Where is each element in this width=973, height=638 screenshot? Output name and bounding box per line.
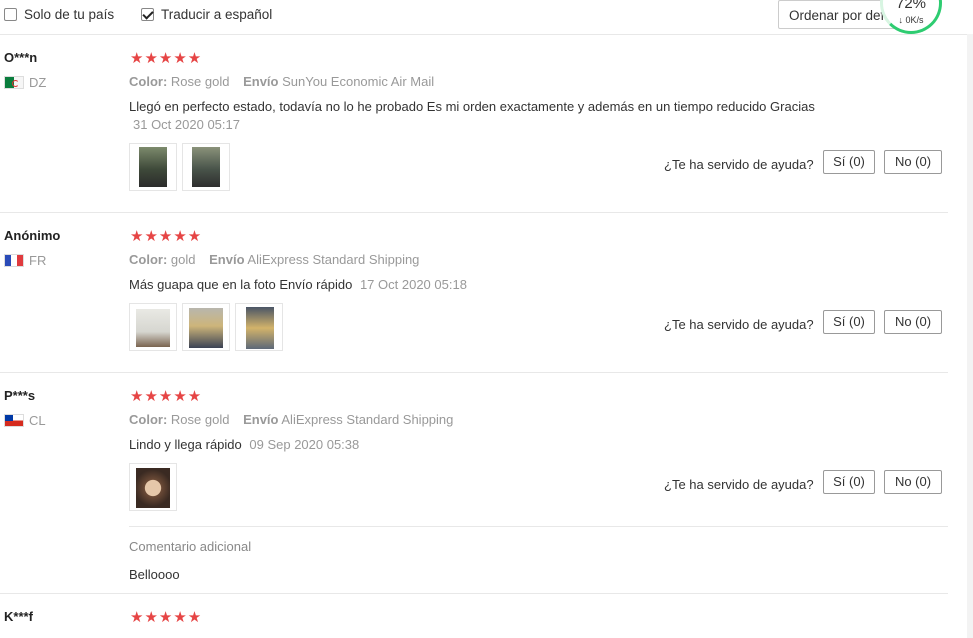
divider (0, 212, 948, 213)
translate-checkbox[interactable]: Traducir a español (141, 7, 272, 22)
helpful-question: ¿Te ha servido de ayuda? (664, 477, 814, 492)
shipping-label: Envío (209, 252, 245, 267)
review-photo[interactable] (129, 303, 177, 351)
reviewer-name: O***n (4, 50, 38, 65)
divider (0, 372, 948, 373)
helpful-yes-button[interactable]: Sí (0) (823, 150, 875, 174)
chile-flag-icon (4, 414, 24, 427)
review-date: 31 Oct 2020 05:17 (133, 117, 240, 132)
shipping-label: Envío (243, 74, 279, 89)
color-label: Color: (129, 252, 168, 267)
review-body: Lindo y llega rápido (129, 437, 242, 452)
scrollbar[interactable] (967, 34, 973, 638)
helpful-question: ¿Te ha servido de ayuda? (664, 317, 814, 332)
reviewer-name: Anónimo (4, 228, 61, 243)
reviewer-name: P***s (4, 388, 36, 403)
additional-comment-text: Belloooo (129, 567, 180, 582)
additional-comment-title: Comentario adicional (129, 539, 252, 554)
divider (0, 593, 948, 594)
review-photos (129, 143, 235, 191)
star-rating: ★★★★★ (130, 228, 203, 245)
helpful-yes-button[interactable]: Sí (0) (823, 310, 875, 334)
algeria-flag-icon (4, 76, 24, 89)
review-text: Llegó en perfecto estado, todavía no lo … (129, 99, 815, 114)
only-country-checkbox[interactable]: Solo de tu país (4, 7, 114, 22)
helpful-yes-button[interactable]: Sí (0) (823, 470, 875, 494)
helpful-question: ¿Te ha servido de ayuda? (664, 157, 814, 172)
review-photo[interactable] (235, 303, 283, 351)
star-rating: ★★★★★ (130, 50, 203, 67)
country-code: FR (29, 253, 47, 268)
color-value: Rose gold (170, 74, 230, 89)
star-rating: ★★★★★ (130, 609, 203, 626)
review-text: Más guapa que en la foto Envío rápido 17… (129, 277, 467, 292)
review-date: 09 Sep 2020 05:38 (249, 437, 360, 452)
helpful-no-button[interactable]: No (0) (884, 310, 942, 334)
country-code: DZ (29, 75, 47, 90)
review-photo[interactable] (129, 463, 177, 511)
helpful-no-button[interactable]: No (0) (884, 150, 942, 174)
review-meta: Color: gold Envío AliExpress Standard Sh… (129, 252, 419, 267)
review-text: Lindo y llega rápido 09 Sep 2020 05:38 (129, 437, 359, 452)
france-flag-icon (4, 254, 24, 267)
translate-label: Traducir a español (161, 7, 273, 22)
review-meta: Color: Rose gold Envío AliExpress Standa… (129, 412, 453, 427)
reviewer-country: FR (4, 253, 46, 268)
review-body: Más guapa que en la foto Envío rápido (129, 277, 353, 292)
review-photo[interactable] (182, 143, 230, 191)
divider (129, 526, 948, 527)
color-label: Color: (129, 74, 168, 89)
speed-rate: ↓ 0K/s (898, 15, 924, 25)
star-rating: ★★★★★ (130, 388, 203, 405)
shipping-label: Envío (243, 412, 279, 427)
review-date: 17 Oct 2020 05:18 (359, 277, 467, 292)
reviewer-country: DZ (4, 75, 46, 90)
review-photos (129, 303, 288, 351)
color-value: gold (170, 252, 196, 267)
shipping-value: AliExpress Standard Shipping (247, 252, 420, 267)
filter-toolbar: Solo de tu país Traducir a español Orden… (0, 0, 973, 35)
color-value: Rose gold (170, 412, 230, 427)
checkbox-checked[interactable] (141, 8, 154, 21)
shipping-value: AliExpress Standard Shipping (281, 412, 454, 427)
color-label: Color: (129, 412, 168, 427)
reviewer-country: CL (4, 413, 46, 428)
speed-percent: 72% (895, 0, 927, 12)
shipping-value: SunYou Economic Air Mail (282, 74, 435, 89)
country-code: CL (29, 413, 46, 428)
helpful-no-button[interactable]: No (0) (884, 470, 942, 494)
review-photos (129, 463, 182, 511)
reviewer-name: K***f (4, 609, 33, 624)
review-photo[interactable] (129, 143, 177, 191)
only-country-label: Solo de tu país (24, 7, 115, 22)
checkbox-unchecked[interactable] (4, 8, 17, 21)
review-photo[interactable] (182, 303, 230, 351)
review-meta: Color: Rose gold Envío SunYou Economic A… (129, 74, 434, 89)
